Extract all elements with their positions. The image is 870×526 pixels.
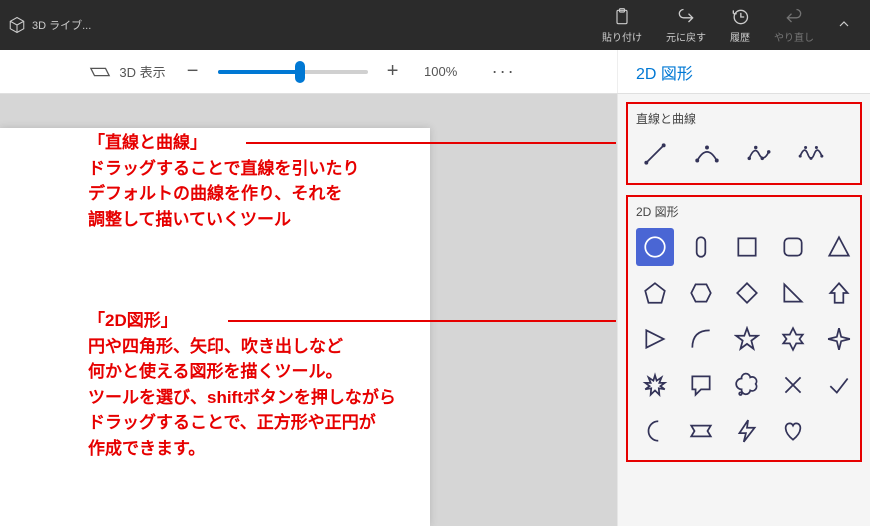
collapse-toggle[interactable]: [826, 16, 862, 35]
paste-button[interactable]: 貼り付け: [590, 7, 654, 44]
shape-speech-bubble[interactable]: [682, 366, 720, 404]
shapes-group: 2D 図形: [626, 195, 862, 462]
rounded-square-icon: [780, 234, 806, 260]
burst-icon: [642, 372, 668, 398]
heart-icon: [780, 418, 806, 444]
cross-icon: [780, 372, 806, 398]
annotation-line-2: [228, 320, 616, 322]
shape-thought-bubble[interactable]: [728, 366, 766, 404]
canvas-area[interactable]: 「直線と曲線」 ドラッグすることで直線を引いたり デフォルトの曲線を作り、それを…: [0, 94, 617, 526]
app-label: 3D ライブ...: [32, 17, 91, 33]
shape-quarter-arc[interactable]: [682, 320, 720, 358]
tool-curve-3pt[interactable]: [688, 135, 726, 173]
thought-bubble-icon: [734, 372, 760, 398]
oval-icon: [688, 234, 714, 260]
lines-group-title: 直線と曲線: [636, 110, 852, 127]
hexagon-icon: [688, 280, 714, 306]
annotation-shapes: 「2D図形」 円や四角形、矢印、吹き出しなど 何かと使える図形を描くツール。 ツ…: [88, 308, 396, 461]
shape-cross[interactable]: [774, 366, 812, 404]
shape-arrow-up[interactable]: [820, 274, 858, 312]
chevron-up-icon: [836, 16, 852, 32]
shapes-panel: 直線と曲線 2D 図形: [617, 94, 870, 526]
shapes-group-title: 2D 図形: [636, 203, 852, 220]
right-triangle-icon: [780, 280, 806, 306]
shape-burst[interactable]: [636, 366, 674, 404]
star-5-icon: [734, 326, 760, 352]
history-button[interactable]: 履歴: [718, 7, 762, 44]
banner-icon: [688, 418, 714, 444]
curve-5pt-icon: [798, 141, 824, 167]
shape-oval[interactable]: [682, 228, 720, 266]
shape-rounded-square[interactable]: [774, 228, 812, 266]
zoom-in-button[interactable]: +: [382, 60, 404, 83]
lines-group: 直線と曲線: [626, 102, 862, 185]
undo-button[interactable]: 元に戻す: [654, 7, 718, 44]
moon-icon: [642, 418, 668, 444]
shape-right-triangle[interactable]: [774, 274, 812, 312]
star-6-icon: [780, 326, 806, 352]
curve-4pt-icon: [746, 141, 772, 167]
shape-star-5[interactable]: [728, 320, 766, 358]
paste-icon: [612, 7, 632, 27]
shape-square[interactable]: [728, 228, 766, 266]
triangle-icon: [826, 234, 852, 260]
zoom-out-button[interactable]: −: [182, 60, 204, 83]
arrow-up-icon: [826, 280, 852, 306]
tool-line[interactable]: [636, 135, 674, 173]
shape-lightning[interactable]: [728, 412, 766, 450]
check-icon: [826, 372, 852, 398]
star-4-icon: [826, 326, 852, 352]
shape-pentagon[interactable]: [636, 274, 674, 312]
shape-check[interactable]: [820, 366, 858, 404]
panel-title: 2D 図形: [617, 50, 870, 93]
curve-3pt-icon: [694, 141, 720, 167]
line-icon: [642, 141, 668, 167]
triangle-right-icon: [642, 326, 668, 352]
shape-triangle-mark[interactable]: [636, 320, 674, 358]
shape-heart[interactable]: [774, 412, 812, 450]
zoom-slider-thumb[interactable]: [295, 61, 305, 83]
view-3d-button[interactable]: 3D 表示: [89, 62, 165, 81]
square-icon: [734, 234, 760, 260]
tool-curve-4pt[interactable]: [740, 135, 778, 173]
shape-moon[interactable]: [636, 412, 674, 450]
annotation-line-1: [246, 142, 616, 144]
shape-triangle-up[interactable]: [820, 228, 858, 266]
history-icon: [730, 7, 750, 27]
lightning-icon: [734, 418, 760, 444]
shape-hexagon[interactable]: [682, 274, 720, 312]
shape-diamond[interactable]: [728, 274, 766, 312]
undo-icon: [676, 7, 696, 27]
zoom-slider[interactable]: [218, 70, 368, 74]
app-icon: [8, 16, 26, 34]
redo-button: やり直し: [762, 7, 826, 44]
titlebar: 3D ライブ... 貼り付け 元に戻す 履歴 やり直し: [0, 0, 870, 50]
view-3d-icon: [89, 64, 111, 80]
shape-circle[interactable]: [636, 228, 674, 266]
redo-icon: [784, 7, 804, 27]
shape-star-6[interactable]: [774, 320, 812, 358]
diamond-icon: [734, 280, 760, 306]
zoom-value[interactable]: 100%: [418, 64, 464, 79]
toolbar: 3D 表示 − + 100% ··· 2D 図形: [0, 50, 870, 94]
zoom-controls: − + 100%: [182, 60, 464, 83]
more-button[interactable]: ···: [480, 61, 528, 82]
shape-star-4[interactable]: [820, 320, 858, 358]
tool-curve-5pt[interactable]: [792, 135, 830, 173]
annotation-lines: 「直線と曲線」 ドラッグすることで直線を引いたり デフォルトの曲線を作り、それを…: [88, 130, 360, 232]
shape-banner[interactable]: [682, 412, 720, 450]
pentagon-icon: [642, 280, 668, 306]
circle-icon: [642, 234, 668, 260]
speech-bubble-icon: [688, 372, 714, 398]
arc-icon: [688, 326, 714, 352]
